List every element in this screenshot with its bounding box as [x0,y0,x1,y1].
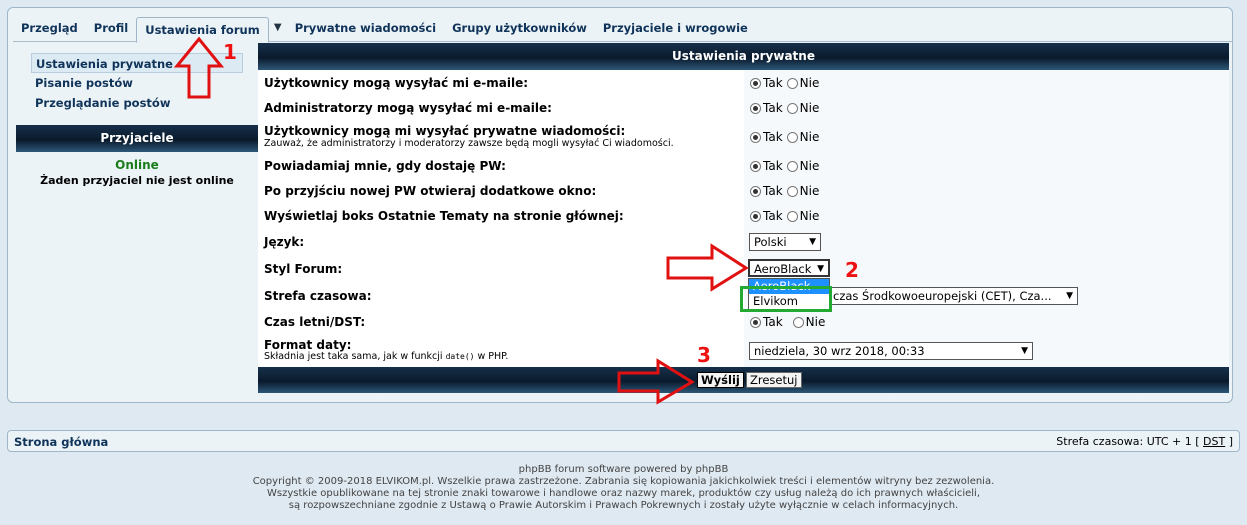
friends-header: Przyjaciele [16,125,258,152]
language-label: Język: [264,235,305,249]
language-select[interactable]: Polski ▼ [749,233,821,251]
dst-label: Czas letni/DST: [264,315,366,329]
radio-yes-label: Tak [763,130,783,144]
radio-no-label: Nie [799,184,820,198]
radio-no-label: Nie [799,130,820,144]
setting-note: Zauważ, że administratorzy i moderatorzy… [264,138,674,149]
radio-no-label: Nie [799,76,820,90]
yes-no-radio: Tak Nie [750,101,823,115]
yes-no-radio: Tak Nie [750,76,823,90]
date-note-text: Składnia jest taka sama, jak w funkcji [264,351,443,362]
setting-label: Administratorzy mogą wysyłać mi e-maile: [264,101,552,115]
date-label: Format daty: [264,338,352,352]
tz-suffix: ] [1228,435,1233,448]
radio-yes[interactable] [750,160,761,172]
tab-user-groups[interactable]: Grupy użytkowników [444,16,595,41]
tab-profile[interactable]: Profil [86,16,136,41]
radio-no[interactable] [792,316,804,328]
radio-no[interactable] [786,131,798,143]
date-format-select[interactable]: niedziela, 30 wrz 2018, 00:33 ▼ [749,342,1033,360]
language-value: Polski [754,235,787,249]
sidebar-item-privacy[interactable]: Ustawienia prywatne [31,53,243,73]
submit-button[interactable]: Wyślij [697,372,744,388]
form-header: Ustawienia prywatne [258,43,1229,70]
radio-no-label: Nie [799,159,820,173]
style-select[interactable]: AeroBlack ▼ [748,259,830,277]
chevron-down-icon: ▼ [1066,291,1073,301]
tab-overview[interactable]: Przegląd [13,16,86,41]
date-note: Składnia jest taka sama, jak w funkcji d… [264,351,508,362]
bottom-bar: Strona główna Strefa czasowa: UTC + 1 [ … [7,430,1240,452]
sidebar-item-viewing[interactable]: Przeglądanie postów [31,93,258,113]
style-value: AeroBlack [754,262,812,276]
reset-button[interactable]: Zresetuj [746,372,802,388]
tab-bar: Przegląd Profil Ustawienia forum ▼ Prywa… [13,16,1232,43]
copyright: phpBB forum software powered by phpBB Co… [0,464,1247,512]
radio-no-label: Nie [805,315,826,329]
copyright-line: phpBB forum software powered by phpBB [518,464,729,475]
form-footer: Wyślij Zresetuj [258,367,1229,393]
setting-label: Wyświetlaj boks Ostatnie Tematy na stron… [264,209,624,223]
radio-yes[interactable] [750,131,761,143]
radio-yes-label: Tak [763,209,783,223]
radio-yes-label: Tak [763,76,783,90]
chevron-down-icon: ▼ [1021,346,1028,356]
timezone-select[interactable]: czas Środkowoeuropejski (CET), Cza... ▼ [824,287,1078,305]
radio-yes-label: Tak [763,159,783,173]
setting-label: Użytkownicy mogą wysyłać mi e-maile: [264,76,529,90]
annotation-number-2: 2 [845,258,859,282]
chevron-down-icon: ▼ [809,237,816,247]
radio-yes[interactable] [750,77,761,89]
no-friends-text: Żaden przyjaciel nie jest online [40,174,234,187]
sidebar-item-posting[interactable]: Pisanie postów [31,73,258,93]
yes-no-radio: Tak Nie [750,184,823,198]
settings-form: Ustawienia prywatne Użytkownicy mogą wys… [258,43,1229,393]
radio-no[interactable] [786,185,798,197]
yes-no-radio: Tak Nie [750,130,823,144]
radio-no-label: Nie [799,209,820,223]
home-link[interactable]: Strona główna [14,435,108,449]
tab-friends-foes[interactable]: Przyjaciele i wrogowie [595,16,756,41]
radio-yes[interactable] [750,210,761,222]
radio-no[interactable] [786,160,798,172]
date-format-value: niedziela, 30 wrz 2018, 00:33 [754,344,925,358]
radio-yes-label: Tak [763,101,783,115]
style-label: Styl Forum: [264,262,343,276]
radio-no[interactable] [786,77,798,89]
setting-label: Powiadamiaj mnie, gdy dostaję PW: [264,159,506,173]
timezone-value: czas Środkowoeuropejski (CET), Cza... [833,289,1052,303]
timezone-info: Strefa czasowa: UTC + 1 [ DST ] [1056,435,1233,448]
copyright-line: Copyright © 2009-2018 ELVIKOM.pl. Wszelk… [252,476,995,487]
radio-yes-label: Tak [763,315,783,329]
setting-label: Użytkownicy mogą mi wysyłać prywatne wia… [264,124,626,138]
date-note-suffix: w PHP. [477,351,509,362]
radio-yes[interactable] [750,316,761,328]
date-note-code: date() [445,352,475,361]
sidebar: Ustawienia prywatne Pisanie postów Przeg… [16,53,258,187]
yes-no-radio: Tak Nie [750,315,829,329]
radio-no[interactable] [786,210,798,222]
tz-text: Strefa czasowa: UTC + 1 [ [1056,435,1200,448]
tab-private-messages[interactable]: Prywatne wiadomości [287,16,444,41]
yes-no-radio: Tak Nie [750,159,823,173]
copyright-line: są rozpowszechniane zgodnie z Ustawą o P… [288,500,959,511]
timezone-label: Strefa czasowa: [264,289,372,303]
radio-yes[interactable] [750,185,761,197]
online-label: Online [115,158,159,172]
tz-dst-link[interactable]: DST [1203,435,1225,448]
highlight-box [740,286,832,312]
radio-no[interactable] [786,102,798,114]
annotation-number-1: 1 [223,40,237,64]
setting-label: Po przyjściu nowej PW otwieraj dodatkowe… [264,184,597,198]
copyright-line: Wszystkie opublikowane na tej stronie zn… [266,488,981,499]
yes-no-radio: Tak Nie [750,209,823,223]
tab-dropdown-icon[interactable]: ▼ [269,16,287,41]
tab-forum-settings[interactable]: Ustawienia forum [136,17,269,43]
radio-yes-label: Tak [763,184,783,198]
chevron-down-icon: ▼ [817,264,824,274]
radio-no-label: Nie [799,101,820,115]
radio-yes[interactable] [750,102,761,114]
annotation-number-3: 3 [697,343,711,367]
